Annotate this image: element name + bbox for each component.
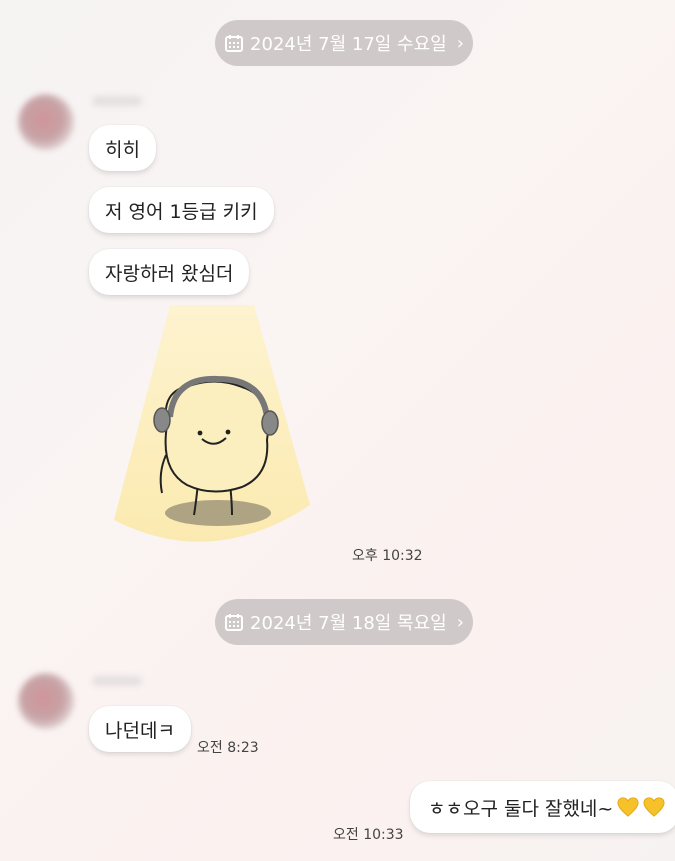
- avatar[interactable]: [18, 94, 74, 150]
- yellow-heart-icon: [643, 797, 665, 817]
- message-time: 오전 8:23: [197, 740, 259, 756]
- date-label: 2024년 7월 18일 목요일: [250, 613, 447, 634]
- yellow-heart-icon: [617, 797, 639, 817]
- date-separator-jul-17[interactable]: 2024년 7월 17일 수요일 ›: [215, 20, 473, 66]
- character-body: [164, 380, 270, 493]
- chevron-right-icon: ›: [456, 32, 464, 54]
- my-message-bubble[interactable]: ㅎㅎ오구 둘다 잘했네~: [410, 781, 675, 833]
- date-separator-jul-18[interactable]: 2024년 7월 18일 목요일 ›: [215, 599, 473, 645]
- message-bubble[interactable]: 자랑하러 왔심더: [89, 249, 250, 295]
- sender-name: [92, 676, 142, 686]
- message-text: 자랑하러 왔심더: [105, 262, 234, 285]
- message-text: 나던데ㅋ: [105, 719, 175, 742]
- avatar[interactable]: [18, 673, 74, 729]
- chevron-right-icon: ›: [456, 611, 464, 633]
- message-text: ㅎㅎ오구 둘다 잘했네~: [428, 797, 614, 820]
- calendar-icon: [225, 614, 244, 631]
- message-time: 오후 10:32: [352, 548, 423, 564]
- message-time: 오전 10:33: [333, 827, 404, 843]
- message-bubble[interactable]: 히히: [89, 125, 156, 171]
- calendar-icon: [225, 35, 244, 52]
- sender-name: [92, 96, 142, 106]
- date-label: 2024년 7월 17일 수요일: [250, 34, 447, 55]
- message-bubble[interactable]: 나던데ㅋ: [89, 706, 191, 752]
- message-bubble[interactable]: 저 영어 1등급 키키: [89, 187, 274, 233]
- message-text: 저 영어 1등급 키키: [105, 200, 258, 223]
- sticker-spotlight-character[interactable]: [112, 305, 312, 560]
- message-text: 히히: [105, 138, 140, 161]
- ground-shadow: [165, 500, 271, 526]
